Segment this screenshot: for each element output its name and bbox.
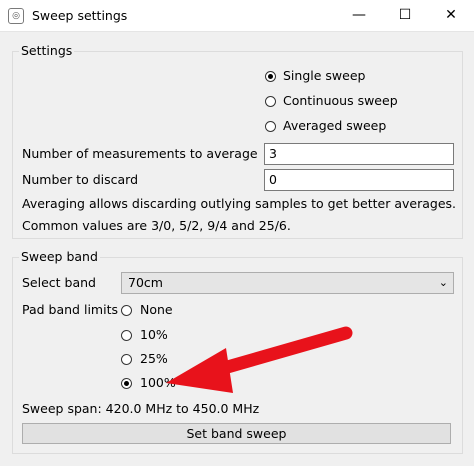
red-arrow-annotation — [166, 326, 353, 393]
arrow-head — [166, 348, 233, 393]
